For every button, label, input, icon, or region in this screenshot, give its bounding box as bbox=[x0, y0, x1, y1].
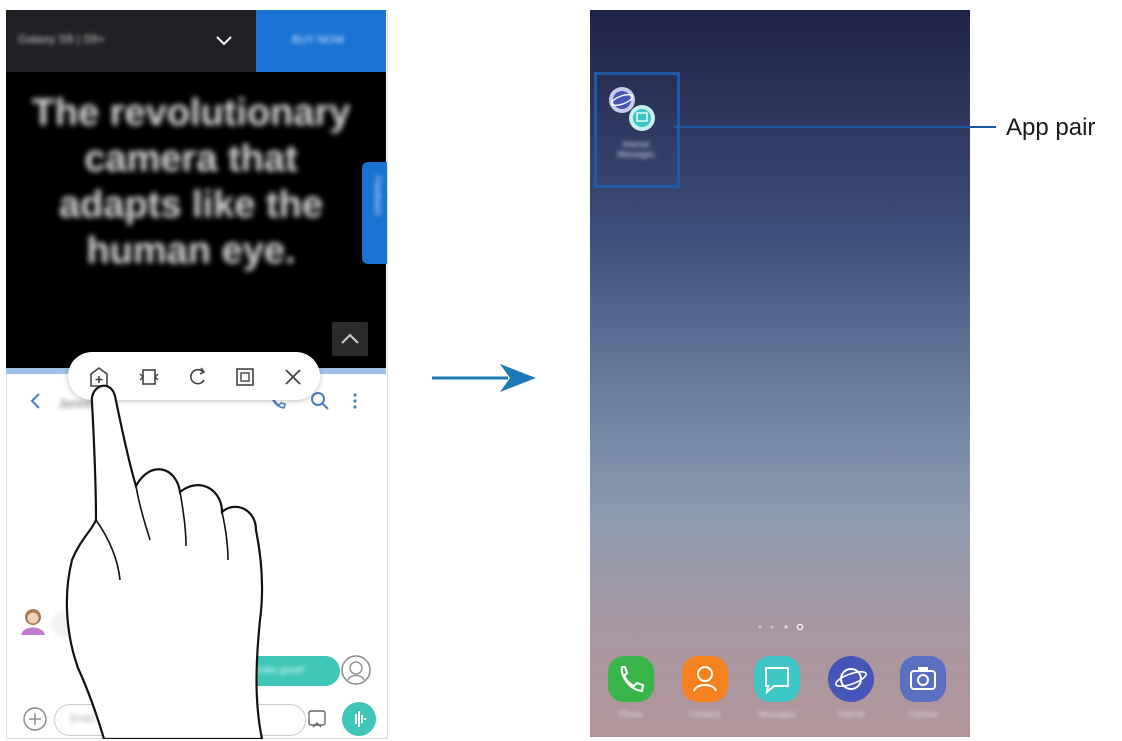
messages-icon bbox=[765, 667, 789, 695]
voice-wave-icon bbox=[355, 711, 366, 727]
contacts-icon bbox=[693, 666, 717, 692]
camera-app-icon[interactable] bbox=[900, 656, 946, 702]
chevron-up-icon bbox=[341, 333, 359, 344]
buy-now-label: BUY NOW bbox=[292, 34, 345, 46]
dock-label-phone: Phone bbox=[619, 710, 643, 719]
phone-icon bbox=[620, 666, 645, 693]
page-indicator bbox=[758, 623, 804, 631]
callout-line bbox=[674, 126, 996, 128]
switch-windows-icon[interactable] bbox=[138, 366, 160, 388]
message-input-placeholder: Enter message bbox=[70, 713, 144, 725]
rotate-icon[interactable] bbox=[186, 366, 208, 388]
app-pair-label: Internet Messages bbox=[617, 140, 655, 159]
scroll-up-button[interactable] bbox=[332, 322, 368, 356]
contacts-app-icon[interactable] bbox=[682, 656, 728, 702]
close-icon[interactable] bbox=[282, 366, 304, 388]
add-attachment-icon[interactable] bbox=[22, 706, 48, 732]
emoji-icon[interactable] bbox=[340, 654, 372, 686]
search-icon[interactable] bbox=[310, 391, 330, 411]
outgoing-message-text: Looks good! bbox=[250, 665, 305, 676]
dock-label-internet: Internet bbox=[837, 710, 865, 719]
internet-app-icon[interactable] bbox=[828, 656, 874, 702]
messages-app-icon[interactable] bbox=[754, 656, 800, 702]
voice-message-button[interactable] bbox=[342, 702, 376, 736]
dock-label-contacts: Contacts bbox=[689, 710, 721, 719]
dock-label-messages: Messages bbox=[758, 710, 796, 719]
more-options-icon[interactable] bbox=[350, 391, 360, 411]
phone-app-icon[interactable] bbox=[608, 656, 654, 702]
chevron-down-icon[interactable] bbox=[212, 28, 236, 52]
avatar bbox=[21, 609, 45, 635]
video-headline: The revolutionary camera that adapts lik… bbox=[31, 92, 351, 272]
pop-up-view-icon[interactable] bbox=[234, 366, 256, 388]
transition-arrow bbox=[432, 364, 536, 392]
back-arrow-icon[interactable] bbox=[26, 391, 46, 411]
internet-icon bbox=[835, 668, 867, 690]
add-app-pair-icon[interactable] bbox=[88, 366, 110, 388]
messages-icon[interactable] bbox=[628, 104, 656, 132]
sticker-icon[interactable] bbox=[306, 708, 328, 730]
callout-label: App pair bbox=[1006, 114, 1096, 141]
feedback-label: Feedback bbox=[373, 176, 383, 216]
incoming-message-bubble bbox=[52, 610, 232, 638]
product-title: Galaxy S9 | S9+ bbox=[18, 32, 105, 46]
dock-label-camera: Camera bbox=[908, 710, 938, 719]
camera-icon bbox=[910, 667, 936, 690]
